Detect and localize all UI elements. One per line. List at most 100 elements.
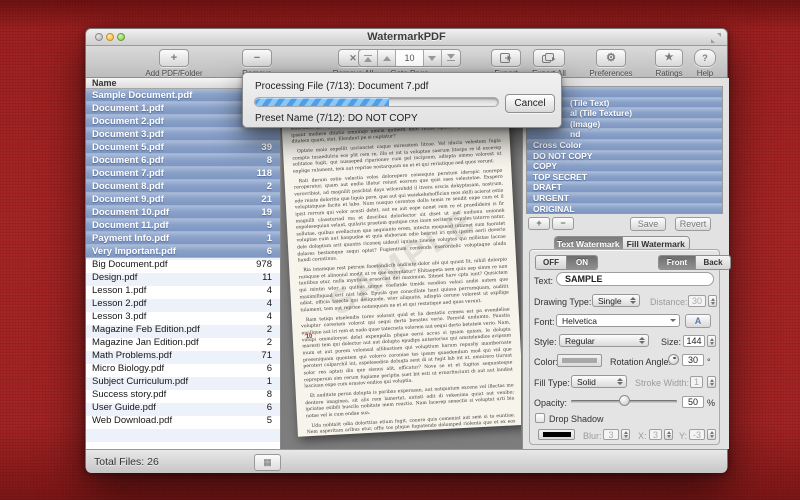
- ratings-button[interactable]: ★: [655, 49, 683, 67]
- shadow-x-stepper[interactable]: [664, 429, 673, 440]
- shadow-y-input[interactable]: -3: [689, 429, 705, 440]
- remove-button[interactable]: −: [242, 49, 272, 67]
- text-watermark-settings: OFF ON Front Back Text: SAMPLE Drawing T…: [529, 249, 731, 445]
- back-button[interactable]: Back: [696, 256, 730, 269]
- file-row[interactable]: Design.pdf 11: [86, 271, 280, 284]
- pdf-paragraph: Rati derum estio velectia volos dolorepe…: [293, 168, 507, 264]
- distance-input[interactable]: 30: [688, 295, 706, 307]
- view-mode-button[interactable]: ▦: [254, 454, 281, 471]
- rotation-input[interactable]: 30: [682, 354, 704, 366]
- front-button[interactable]: Front: [659, 256, 696, 269]
- shadow-y-stepper[interactable]: [707, 429, 716, 440]
- drop-shadow-checkbox[interactable]: [535, 413, 545, 423]
- file-row[interactable]: Lesson 2.pdf 4: [86, 297, 280, 310]
- file-page-count: 6: [266, 246, 272, 257]
- title-bar: WatermarkPDF: [86, 29, 727, 46]
- file-row[interactable]: Document 3.pdf: [86, 128, 280, 141]
- size-stepper[interactable]: [707, 335, 716, 347]
- add-preset-button[interactable]: +: [528, 217, 550, 230]
- preset-row[interactable]: TOP SECRET: [527, 171, 722, 183]
- file-row[interactable]: Math Problems.pdf 71: [86, 349, 280, 362]
- file-row[interactable]: Big Document.pdf 978: [86, 258, 280, 271]
- file-name: Very Important.pdf: [92, 246, 176, 257]
- font-panel-button[interactable]: A: [685, 314, 711, 328]
- off-button[interactable]: OFF: [536, 256, 567, 269]
- font-combo[interactable]: Helvetica: [556, 314, 680, 327]
- file-row[interactable]: Lesson 1.pdf 4: [86, 284, 280, 297]
- file-row[interactable]: Document 9.pdf 21: [86, 193, 280, 206]
- goto-page-control: 10: [358, 49, 461, 67]
- opacity-input[interactable]: 50: [682, 396, 704, 408]
- blur-label: Blur:: [583, 431, 602, 441]
- file-row[interactable]: Document 7.pdf 118: [86, 167, 280, 180]
- preset-row[interactable]: Cross Color: [527, 139, 722, 151]
- style-popup[interactable]: Regular: [559, 334, 649, 347]
- opacity-slider[interactable]: [571, 395, 677, 406]
- blur-input[interactable]: 3: [603, 429, 619, 440]
- file-row[interactable]: Subject Curriculum.pdf 1: [86, 375, 280, 388]
- fullscreen-icon[interactable]: [711, 33, 721, 43]
- file-row[interactable]: Success story.pdf 8: [86, 388, 280, 401]
- file-row[interactable]: Document 6.pdf 8: [86, 154, 280, 167]
- remove-preset-button[interactable]: −: [552, 217, 574, 230]
- on-button[interactable]: ON: [567, 256, 597, 269]
- file-page-count: 39: [261, 142, 272, 153]
- total-files-label: Total Files: 26: [94, 456, 159, 468]
- opacity-slider-thumb[interactable]: [619, 395, 630, 406]
- file-row[interactable]: User Guide.pdf 6: [86, 401, 280, 414]
- stroke-width-stepper[interactable]: [707, 376, 716, 388]
- add-pdf-button[interactable]: +: [159, 49, 189, 67]
- size-label: Size:: [661, 337, 682, 347]
- cancel-button[interactable]: Cancel: [505, 94, 555, 113]
- color-label: Color:: [534, 357, 559, 367]
- help-button[interactable]: ?: [694, 49, 716, 67]
- preset-row[interactable]: COPY: [527, 161, 722, 172]
- file-row[interactable]: Lesson 3.pdf 4: [86, 310, 280, 323]
- file-page-count: 21: [261, 194, 272, 205]
- blur-stepper[interactable]: [621, 429, 630, 440]
- file-row[interactable]: Micro Biology.pdf 6: [86, 362, 280, 375]
- next-page-button[interactable]: [424, 50, 443, 66]
- file-row[interactable]: Magazine Jan Edition.pdf 2: [86, 336, 280, 349]
- style-label: Style:: [534, 337, 557, 347]
- distance-stepper[interactable]: [708, 295, 717, 307]
- file-row[interactable]: Very Important.pdf 6: [86, 245, 280, 258]
- text-color-well[interactable]: [557, 354, 602, 367]
- preset-row[interactable]: nd: [527, 129, 722, 140]
- file-row[interactable]: Document 11.pdf 5: [86, 219, 280, 232]
- file-row[interactable]: Document 10.pdf 19: [86, 206, 280, 219]
- processing-file-label: Processing File (7/13): Document 7.pdf: [255, 81, 429, 92]
- preset-row[interactable]: ORIGINAL: [527, 203, 722, 213]
- shadow-color-well[interactable]: [538, 429, 575, 440]
- file-row[interactable]: Document 5.pdf 39: [86, 141, 280, 154]
- export-button[interactable]: [491, 49, 521, 67]
- watermark-text-input[interactable]: SAMPLE: [556, 272, 714, 286]
- drawing-type-popup[interactable]: Single: [592, 294, 640, 307]
- main-content: Name Sample Document.pdf Document 1.pdf Do…: [86, 78, 731, 449]
- file-page-count: 1: [266, 376, 272, 387]
- first-page-button[interactable]: [359, 50, 378, 66]
- previous-page-button[interactable]: [378, 50, 397, 66]
- export-all-button[interactable]: [533, 49, 565, 67]
- file-row[interactable]: Payment Info.pdf 1: [86, 232, 280, 245]
- preset-row[interactable]: DO NOT COPY: [527, 150, 722, 162]
- file-name: Lesson 1.pdf: [92, 285, 147, 296]
- preferences-button[interactable]: ⚙: [596, 49, 626, 67]
- file-row[interactable]: Web Download.pdf 5: [86, 414, 280, 427]
- preset-name-label: Preset Name (7/12): DO NOT COPY: [255, 113, 418, 124]
- preset-row[interactable]: DRAFT: [527, 182, 722, 193]
- preset-row[interactable]: URGENT: [527, 192, 722, 204]
- file-row[interactable]: Document 8.pdf 2: [86, 180, 280, 193]
- fill-type-popup[interactable]: Solid: [571, 375, 627, 388]
- rotation-dial[interactable]: [668, 354, 679, 365]
- goto-page-input[interactable]: 10: [396, 50, 424, 66]
- pdf-page[interactable]: Ut volenda delinimus as non int am quam …: [282, 87, 521, 437]
- stroke-width-input[interactable]: 1: [690, 376, 703, 388]
- save-preset-button[interactable]: Save: [630, 217, 666, 231]
- size-input[interactable]: 144: [683, 335, 705, 347]
- export-all-icon: [541, 53, 557, 63]
- file-row[interactable]: Magazine Feb Edition.pdf 2: [86, 323, 280, 336]
- shadow-x-input[interactable]: 3: [649, 429, 662, 440]
- revert-preset-button[interactable]: Revert: [675, 217, 711, 231]
- last-page-button[interactable]: [442, 50, 460, 66]
